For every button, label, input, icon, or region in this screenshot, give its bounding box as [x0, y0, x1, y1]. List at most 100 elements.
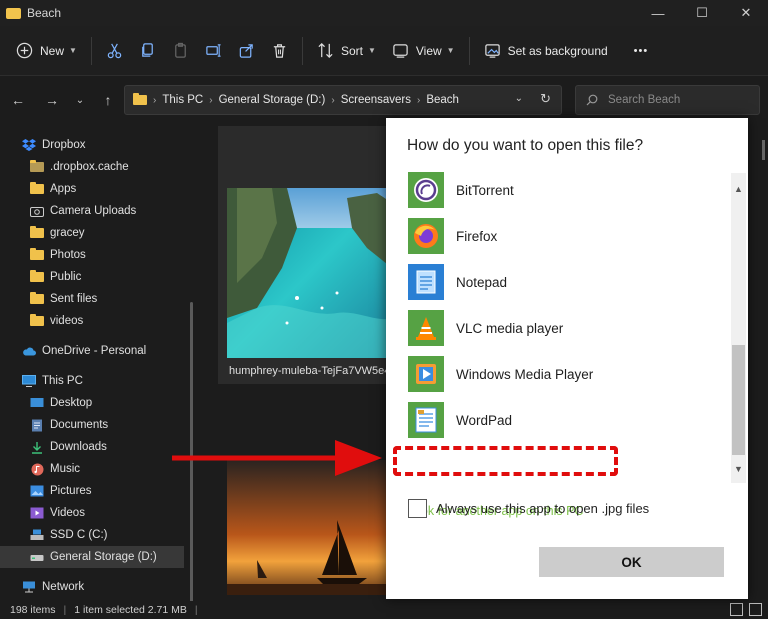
copy-button[interactable] [131, 35, 164, 67]
maximize-button[interactable]: ☐ [680, 0, 724, 26]
sidebar-item-music[interactable]: Music [30, 458, 80, 480]
sidebar-item-label: Downloads [50, 441, 107, 453]
sidebar-item-label: OneDrive - Personal [42, 345, 147, 357]
address-bar[interactable]: › This PC › General Storage (D:) › Scree… [124, 85, 562, 115]
always-use-label[interactable]: Always use this app to open .jpg files [436, 501, 649, 516]
sidebar-item-documents[interactable]: Documents [30, 414, 108, 436]
sidebar-item-desktop[interactable]: Desktop [30, 392, 92, 414]
more-options-button[interactable]: ••• [626, 35, 657, 67]
scroll-down-icon[interactable]: ▼ [731, 461, 746, 476]
navigation-pane: Dropbox .dropbox.cache Apps Camera Uploa… [0, 124, 196, 619]
app-item-vlc[interactable]: VLC media player [408, 310, 563, 346]
share-button[interactable] [230, 35, 263, 67]
selection-info: 1 item selected 2.71 MB [74, 604, 187, 616]
view-button[interactable]: View ▼ [384, 35, 463, 67]
rename-button[interactable] [197, 35, 230, 67]
item-count: 198 items [10, 604, 56, 616]
sidebar-item-dropbox-cache[interactable]: .dropbox.cache [30, 156, 129, 178]
status-divider: | [194, 604, 198, 616]
sidebar-item-network[interactable]: Network [22, 576, 84, 598]
up-arrow-icon[interactable]: ↑ [94, 86, 122, 114]
breadcrumb-beach[interactable]: Beach [426, 94, 459, 106]
beach-thumbnail-image[interactable] [227, 188, 392, 358]
sidebar-item-dropbox[interactable]: Dropbox [22, 134, 85, 156]
ok-button[interactable]: OK [539, 547, 724, 577]
app-item-wordpad[interactable]: WordPad [408, 402, 512, 438]
tiles-view-icon[interactable] [749, 603, 762, 616]
folder-icon [6, 7, 21, 19]
sidebar-item-videos[interactable]: Videos [30, 502, 85, 524]
sidebar-item-photos[interactable]: Photos [30, 244, 86, 266]
sidebar-item-label: Sent files [50, 293, 98, 305]
sidebar-item-pictures[interactable]: Pictures [30, 480, 92, 502]
sidebar-item-downloads[interactable]: Downloads [30, 436, 107, 458]
close-button[interactable]: ✕ [724, 0, 768, 26]
chevron-down-icon: ▼ [367, 46, 376, 55]
details-view-icon[interactable] [730, 603, 743, 616]
sidebar-item-label: Music [50, 463, 81, 475]
sidebar-item-videos-folder[interactable]: videos [30, 310, 83, 332]
sidebar-item-label: SSD C (C:) [50, 529, 108, 541]
desktop-icon [30, 397, 44, 409]
music-icon [30, 463, 44, 475]
search-box[interactable]: Search Beach [575, 85, 760, 115]
folder-icon [30, 314, 44, 327]
status-bar: 198 items | 1 item selected 2.71 MB | [0, 601, 768, 619]
notepad-icon [408, 264, 444, 300]
scrollbar-thumb[interactable] [732, 345, 745, 455]
file-name-label: humphrey-muleba-TejFa7VW5e4 [229, 365, 389, 377]
set-background-button[interactable]: Set as background [476, 35, 616, 67]
sidebar-item-onedrive[interactable]: OneDrive - Personal [22, 340, 146, 362]
delete-button[interactable] [263, 35, 296, 67]
breadcrumb-general-storage[interactable]: General Storage (D:) [219, 94, 326, 106]
sidebar-item-label: gracey [50, 227, 85, 239]
new-label: New [40, 43, 65, 58]
app-item-bittorrent[interactable]: BitTorrent [408, 172, 514, 208]
window-title: Beach [27, 6, 62, 20]
breadcrumb-this-pc[interactable]: This PC [162, 94, 203, 106]
wallpaper-icon [484, 44, 500, 58]
cut-button[interactable] [98, 35, 131, 67]
sort-button[interactable]: Sort ▼ [309, 35, 384, 67]
minimize-button[interactable]: — [636, 0, 680, 26]
sidebar-item-this-pc[interactable]: This PC [22, 370, 83, 392]
sidebar-item-label: Dropbox [42, 139, 86, 151]
drive-icon [30, 529, 44, 541]
forward-arrow-icon[interactable]: → [38, 86, 66, 114]
sidebar-item-ssd-c[interactable]: SSD C (C:) [30, 524, 108, 546]
app-item-notepad[interactable]: Notepad [408, 264, 507, 300]
app-list-scrollbar[interactable]: ▲ ▼ [731, 173, 746, 483]
sidebar-item-gracey[interactable]: gracey [30, 222, 85, 244]
sidebar-item-sent-files[interactable]: Sent files [30, 288, 97, 310]
sidebar-item-public[interactable]: Public [30, 266, 81, 288]
sidebar-item-camera-uploads[interactable]: Camera Uploads [30, 200, 136, 222]
sidebar-item-label: .dropbox.cache [50, 161, 129, 173]
new-button[interactable]: New ▼ [8, 35, 85, 67]
app-item-firefox[interactable]: Firefox [408, 218, 497, 254]
recent-locations-chevron-icon[interactable]: ⌄ [66, 86, 94, 114]
address-dropdown-icon[interactable]: ⌄ [515, 93, 523, 104]
paste-button[interactable] [164, 35, 197, 67]
toolbar-divider [301, 36, 303, 65]
sidebar-item-label: Documents [50, 419, 109, 431]
folder-icon [30, 182, 44, 195]
chevron-right-icon: › [153, 94, 157, 106]
app-name: Notepad [456, 274, 508, 290]
content-scrollbar[interactable] [762, 140, 765, 160]
dialog-heading: How do you want to open this file? [407, 137, 644, 154]
bittorrent-icon [408, 172, 444, 208]
sidebar-item-general-storage[interactable]: General Storage (D:) [0, 546, 184, 568]
breadcrumb-screensavers[interactable]: Screensavers [341, 94, 411, 106]
app-name: Windows Media Player [456, 366, 594, 382]
video-icon [30, 507, 44, 519]
always-use-checkbox[interactable] [408, 499, 427, 518]
sidebar-item-label: videos [50, 315, 84, 327]
scroll-up-icon[interactable]: ▲ [731, 181, 746, 196]
app-item-windows-media-player[interactable]: Windows Media Player [408, 356, 593, 392]
sunset-thumbnail-image[interactable] [227, 460, 392, 595]
camera-icon [30, 205, 44, 217]
back-arrow-icon[interactable]: ← [4, 86, 32, 114]
sidebar-item-apps[interactable]: Apps [30, 178, 76, 200]
refresh-icon[interactable]: ↻ [540, 91, 551, 107]
status-divider: | [63, 604, 67, 616]
